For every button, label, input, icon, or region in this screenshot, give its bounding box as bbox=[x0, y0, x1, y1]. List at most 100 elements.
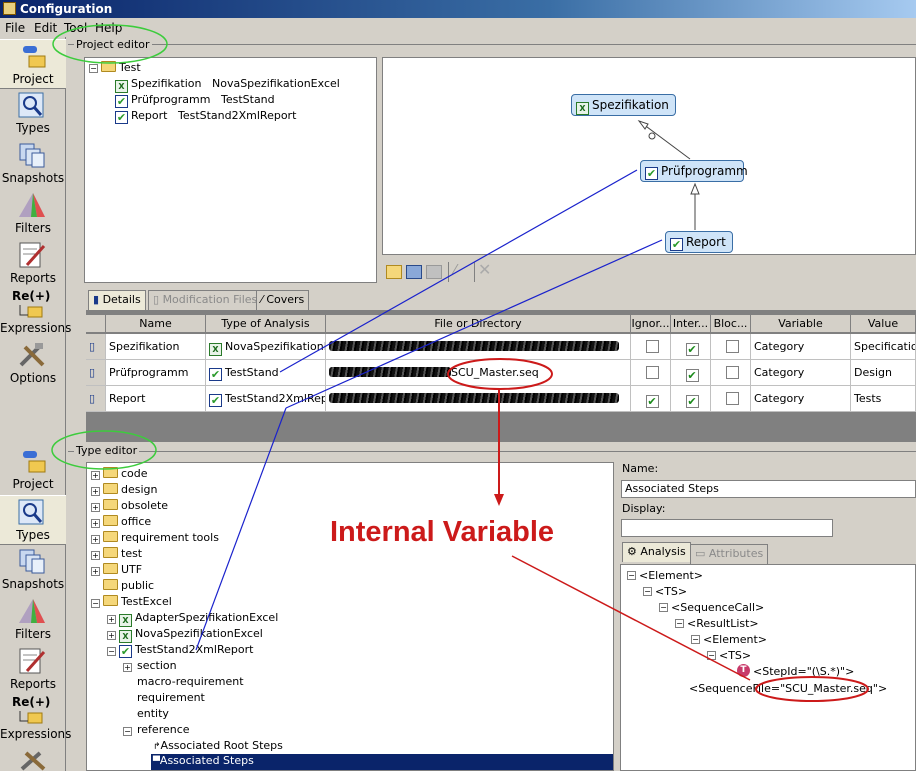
tree-item-pruefprogramm[interactable]: ✔ Prüfprogramm TestStand bbox=[115, 93, 275, 108]
collapse-icon[interactable]: − bbox=[627, 571, 636, 580]
expand-icon[interactable]: + bbox=[91, 471, 100, 480]
collapse-icon[interactable]: − bbox=[659, 603, 668, 612]
tree-folder[interactable]: public bbox=[103, 579, 154, 593]
inter-checkbox[interactable]: ✔ bbox=[685, 395, 699, 408]
tree-folder[interactable]: office bbox=[103, 515, 151, 529]
column-header-inter[interactable]: Inter... bbox=[671, 315, 711, 333]
tree-element[interactable]: section bbox=[137, 659, 177, 673]
xml-node[interactable]: <TS> bbox=[719, 649, 751, 663]
cell-value[interactable]: Design bbox=[851, 360, 916, 386]
column-header-file[interactable]: File or Directory bbox=[326, 315, 631, 333]
tree-element[interactable]: macro-requirement bbox=[137, 675, 244, 689]
row-book-icon[interactable]: ▯ bbox=[86, 334, 106, 360]
sidebar-item-snapshots[interactable]: Snapshots bbox=[0, 139, 66, 189]
book-icon[interactable] bbox=[406, 265, 422, 279]
ignore-checkbox[interactable]: ✔ bbox=[645, 395, 659, 408]
block-checkbox[interactable] bbox=[725, 340, 739, 353]
collapse-icon[interactable]: − bbox=[123, 727, 132, 736]
sidebar-item-expressions[interactable]: Re(+) Expressions bbox=[0, 289, 71, 339]
inter-checkbox[interactable]: ✔ bbox=[685, 369, 699, 382]
tab-modification-files[interactable]: ▯ Modification Files bbox=[148, 290, 263, 310]
collapse-icon[interactable]: − bbox=[107, 647, 116, 656]
xml-node[interactable]: <Element> bbox=[703, 633, 767, 647]
display-field[interactable] bbox=[621, 519, 833, 537]
name-field[interactable]: Associated Steps bbox=[621, 480, 916, 498]
cell-name[interactable]: Prüfprogramm bbox=[106, 360, 206, 386]
tree-folder[interactable]: TestExcel bbox=[103, 595, 172, 609]
sidebar-item-snapshots[interactable]: Snapshots bbox=[0, 545, 66, 595]
cell-name[interactable]: Spezifikation bbox=[106, 334, 206, 360]
column-header-name[interactable]: Name bbox=[106, 315, 206, 333]
options-icon[interactable] bbox=[18, 749, 48, 771]
block-checkbox[interactable] bbox=[725, 392, 739, 405]
collapse-icon[interactable]: − bbox=[89, 64, 98, 73]
tree-element[interactable]: reference bbox=[137, 723, 190, 737]
ignore-checkbox[interactable] bbox=[645, 340, 659, 353]
tree-step[interactable]: ↱Associated Root Steps bbox=[153, 739, 283, 754]
diagram-node-spezifikation[interactable]: X Spezifikation bbox=[571, 94, 676, 116]
inter-checkbox[interactable]: ✔ bbox=[685, 343, 699, 356]
pin-icon[interactable]: ⁄ bbox=[454, 264, 470, 279]
row-book-icon[interactable]: ▯ bbox=[86, 386, 106, 412]
sidebar-item-filters[interactable]: Filters bbox=[0, 595, 66, 645]
cell-file[interactable] bbox=[326, 386, 631, 412]
collapse-icon[interactable]: − bbox=[675, 619, 684, 628]
cell-type[interactable]: ✔ TestStand bbox=[206, 360, 326, 386]
diagram-node-pruefprogramm[interactable]: ✔ Prüfprogramm bbox=[640, 160, 748, 182]
cell-block[interactable] bbox=[711, 386, 751, 412]
sidebar-item-filters[interactable]: Filters bbox=[0, 189, 66, 239]
tree-type[interactable]: ✔ TestStand2XmlReport bbox=[119, 643, 253, 658]
tree-step-selected[interactable]: ▀Associated Steps bbox=[151, 754, 613, 770]
menu-tool[interactable]: Tool bbox=[64, 21, 87, 35]
expand-icon[interactable]: + bbox=[91, 519, 100, 528]
tab-details[interactable]: ▮ Details bbox=[88, 290, 146, 310]
expand-icon[interactable]: + bbox=[123, 663, 132, 672]
menu-help[interactable]: Help bbox=[95, 21, 122, 35]
sidebar-item-expressions[interactable]: Re(+) Expressions bbox=[0, 695, 71, 745]
xml-node[interactable]: <SequenceCall> bbox=[671, 601, 764, 615]
expand-icon[interactable]: + bbox=[91, 551, 100, 560]
sidebar-item-options[interactable]: Options bbox=[0, 339, 66, 389]
tree-folder[interactable]: test bbox=[103, 547, 142, 561]
tree-folder[interactable]: requirement tools bbox=[103, 531, 219, 545]
expand-icon[interactable]: + bbox=[91, 535, 100, 544]
cell-ignore[interactable] bbox=[631, 334, 671, 360]
delete-icon[interactable]: ✕ bbox=[478, 262, 494, 278]
tab-attributes[interactable]: ▭ Attributes bbox=[690, 544, 769, 564]
sidebar-item-project[interactable]: Project bbox=[0, 445, 66, 495]
sidebar-item-types[interactable]: Types bbox=[0, 495, 66, 545]
tree-folder[interactable]: obsolete bbox=[103, 499, 168, 513]
tree-folder[interactable]: design bbox=[103, 483, 158, 497]
cell-type[interactable]: ✔TestStand2XmlReport bbox=[206, 386, 326, 412]
row-book-icon[interactable]: ▯ bbox=[86, 360, 106, 386]
sidebar-item-types[interactable]: Types bbox=[0, 89, 66, 139]
tree-element[interactable]: entity bbox=[137, 707, 169, 721]
cell-block[interactable] bbox=[711, 334, 751, 360]
collapse-icon[interactable]: − bbox=[643, 587, 652, 596]
ignore-checkbox[interactable] bbox=[645, 366, 659, 379]
tree-item-report[interactable]: ✔ Report TestStand2XmlReport bbox=[115, 109, 296, 124]
column-header-variable[interactable]: Variable bbox=[751, 315, 851, 333]
collapse-icon[interactable]: − bbox=[691, 635, 700, 644]
block-checkbox[interactable] bbox=[725, 366, 739, 379]
tree-type[interactable]: X NovaSpezifikationExcel bbox=[119, 627, 263, 643]
cell-block[interactable] bbox=[711, 360, 751, 386]
expand-icon[interactable]: + bbox=[107, 631, 116, 640]
menu-file[interactable]: File bbox=[5, 21, 25, 35]
tab-analysis[interactable]: ⚙ Analysis bbox=[622, 542, 691, 562]
sidebar-item-reports[interactable]: Reports bbox=[0, 239, 66, 289]
xml-node[interactable]: <SequenceFile="SCU_Master.seq"> bbox=[689, 682, 887, 696]
cell-ignore[interactable] bbox=[631, 360, 671, 386]
tree-type[interactable]: X AdapterSpezifikationExcel bbox=[119, 611, 278, 627]
tree-folder[interactable]: UTF bbox=[103, 563, 142, 577]
xml-node[interactable]: <StepId="(\S.*)"> bbox=[753, 665, 854, 679]
cell-inter[interactable]: ✔ bbox=[671, 386, 711, 412]
column-header-type[interactable]: Type of Analysis bbox=[206, 315, 326, 333]
menu-edit[interactable]: Edit bbox=[34, 21, 57, 35]
tree-item-spezifikation[interactable]: X Spezifikation NovaSpezifikationExcel bbox=[115, 77, 340, 93]
cell-value[interactable]: Tests bbox=[851, 386, 916, 412]
xml-node[interactable]: <Element> bbox=[639, 569, 703, 583]
expand-icon[interactable]: + bbox=[91, 567, 100, 576]
cell-value[interactable]: Specification bbox=[851, 334, 916, 360]
collapse-icon[interactable]: − bbox=[91, 599, 100, 608]
